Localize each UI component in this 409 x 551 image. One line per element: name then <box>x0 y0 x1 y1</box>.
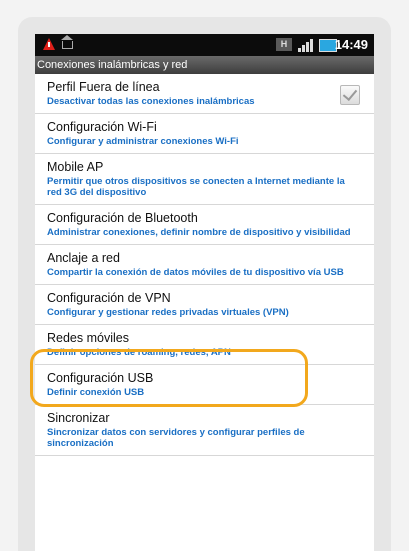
setting-subtitle: Administrar conexiones, definir nombre d… <box>47 227 351 238</box>
offline-checkbox[interactable] <box>340 85 360 105</box>
page-title: Conexiones inalámbricas y red <box>35 56 374 74</box>
warning-icon <box>43 38 55 50</box>
setting-usb[interactable]: Configuración USB Definir conexión USB <box>35 365 374 405</box>
setting-title: Perfil Fuera de línea <box>47 80 160 94</box>
status-bar: H 14:49 <box>35 34 374 56</box>
settings-list: Perfil Fuera de línea Desactivar todas l… <box>35 74 374 456</box>
setting-title: Configuración de VPN <box>47 291 171 305</box>
home-icon <box>61 35 73 49</box>
clock: 14:49 <box>334 37 368 52</box>
setting-title: Redes móviles <box>47 331 129 345</box>
setting-vpn[interactable]: Configuración de VPN Configurar y gestio… <box>35 285 374 325</box>
setting-title: Configuración USB <box>47 371 154 385</box>
setting-subtitle: Definir conexión USB <box>47 387 145 398</box>
setting-subtitle: Permitir que otros dispositivos se conec… <box>47 176 345 198</box>
setting-bluetooth[interactable]: Configuración de Bluetooth Administrar c… <box>35 205 374 245</box>
setting-subtitle: Desactivar todas las conexiones inalámbr… <box>47 96 255 107</box>
setting-sync[interactable]: Sincronizar Sincronizar datos con servid… <box>35 405 374 456</box>
setting-title: Anclaje a red <box>47 251 120 265</box>
setting-title: Configuración Wi-Fi <box>47 120 157 134</box>
setting-tethering[interactable]: Anclaje a red Compartir la conexión de d… <box>35 245 374 285</box>
setting-mobile-ap[interactable]: Mobile AP Permitir que otros dispositivo… <box>35 154 374 205</box>
signal-icon <box>298 38 314 52</box>
network-type-icon: H <box>276 38 292 51</box>
setting-wifi[interactable]: Configuración Wi-Fi Configurar y adminis… <box>35 114 374 154</box>
setting-subtitle: Definir opciones de roaming, redes, APN <box>47 347 231 358</box>
phone-screen: H 14:49 Conexiones inalámbricas y red Pe… <box>35 34 374 551</box>
setting-subtitle: Configurar y administrar conexiones Wi-F… <box>47 136 239 147</box>
setting-subtitle: Sincronizar datos con servidores y confi… <box>47 427 305 449</box>
setting-title: Sincronizar <box>47 411 110 425</box>
setting-subtitle: Compartir la conexión de datos móviles d… <box>47 267 344 278</box>
setting-mobile-networks[interactable]: Redes móviles Definir opciones de roamin… <box>35 325 374 365</box>
setting-title: Mobile AP <box>47 160 104 174</box>
setting-offline-profile[interactable]: Perfil Fuera de línea Desactivar todas l… <box>35 74 374 114</box>
setting-title: Configuración de Bluetooth <box>47 211 198 225</box>
setting-subtitle: Configurar y gestionar redes privadas vi… <box>47 307 289 318</box>
